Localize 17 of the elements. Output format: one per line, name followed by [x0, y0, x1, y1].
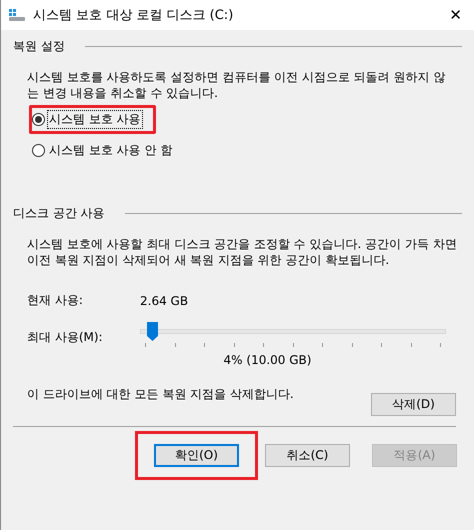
dialog-button[interactable]: 취소(C): [265, 444, 350, 467]
current-usage-label: 현재 사용:: [27, 292, 84, 309]
description-text: 시스템 보호에 사용할 최대 디스크 공간을 조정할 수 있습니다. 공간이 가득 차면 이전 복원 지점이 삭제되어 새 복원 지점을 위한 공간이 확보됩니다.: [27, 236, 457, 268]
drive-icon: [9, 9, 25, 21]
slider-thumb[interactable]: [147, 322, 158, 341]
delete-text: 이 드라이브에 대한 모든 복원 지점을 삭제합니다.: [27, 386, 294, 403]
description-text: 시스템 보호를 사용하도록 설정하면 컴퓨터를 이전 시점으로 되돌려 원하지 않는 변경 내용을 취소할 수 있습니다.: [27, 69, 446, 101]
group-heading: 복원 설정: [13, 38, 65, 55]
max-usage-label: 최대 사용(M):: [27, 328, 104, 346]
dialog-button[interactable]: 확인(O): [154, 444, 239, 467]
close-button[interactable]: ✕: [445, 6, 466, 24]
group-heading: 디스크 공간 사용: [13, 205, 105, 222]
current-usage-value: 2.64 GB: [140, 294, 188, 308]
delete-button[interactable]: 삭제(D): [371, 393, 456, 416]
window-title: 시스템 보호 대상 로컬 디스크 (C:): [33, 7, 234, 24]
radio-option[interactable]: 시스템 보호 사용 안 함: [32, 141, 174, 160]
max-usage-reading: 4% (10.00 GB): [222, 353, 312, 367]
